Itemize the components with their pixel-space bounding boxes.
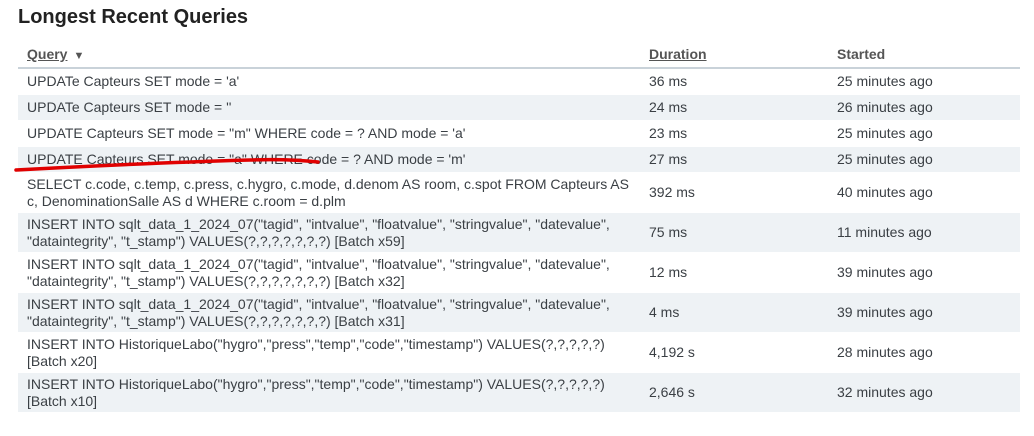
table-row: INSERT INTO sqlt_data_1_2024_07("tagid",… bbox=[18, 252, 1020, 293]
started-cell: 39 minutes ago bbox=[828, 252, 1020, 293]
column-header-duration-label: Duration bbox=[649, 46, 707, 62]
table-header-row: Query ▼ Duration Started bbox=[18, 40, 1020, 69]
column-header-started: Started bbox=[828, 40, 1020, 69]
table-row: INSERT INTO HistoriqueLabo("hygro","pres… bbox=[18, 332, 1020, 373]
column-header-query-label: Query bbox=[27, 46, 68, 62]
duration-cell: 27 ms bbox=[640, 146, 828, 173]
table-row: INSERT INTO HistoriqueLabo("hygro","pres… bbox=[18, 372, 1020, 413]
table-row: UPDATE Capteurs SET mode = "a" WHERE cod… bbox=[18, 146, 1020, 173]
query-cell: UPDATe Capteurs SET mode = '' bbox=[18, 94, 640, 121]
queries-table: Query ▼ Duration Started UPDATe Capteurs … bbox=[18, 40, 1020, 413]
sort-descending-icon: ▼ bbox=[73, 50, 85, 62]
started-cell: 40 minutes ago bbox=[828, 172, 1020, 213]
duration-cell: 392 ms bbox=[640, 172, 828, 213]
duration-cell: 4,192 s bbox=[640, 332, 828, 373]
duration-cell: 4 ms bbox=[640, 292, 828, 333]
duration-cell: 23 ms bbox=[640, 120, 828, 147]
started-cell: 26 minutes ago bbox=[828, 94, 1020, 121]
started-cell: 11 minutes ago bbox=[828, 212, 1020, 253]
column-header-duration[interactable]: Duration bbox=[640, 40, 828, 69]
duration-cell: 36 ms bbox=[640, 68, 828, 95]
query-cell: INSERT INTO sqlt_data_1_2024_07("tagid",… bbox=[18, 292, 640, 333]
duration-cell: 24 ms bbox=[640, 94, 828, 121]
table-row: UPDATe Capteurs SET mode = 'a' 36 ms 25 … bbox=[18, 68, 1020, 95]
started-cell: 28 minutes ago bbox=[828, 332, 1020, 373]
query-cell: UPDATe Capteurs SET mode = 'a' bbox=[18, 68, 640, 95]
table-row: UPDATE Capteurs SET mode = "m" WHERE cod… bbox=[18, 120, 1020, 147]
table-row: UPDATe Capteurs SET mode = '' 24 ms 26 m… bbox=[18, 94, 1020, 121]
query-cell: SELECT c.code, c.temp, c.press, c.hygro,… bbox=[18, 172, 640, 213]
query-cell: UPDATE Capteurs SET mode = "m" WHERE cod… bbox=[18, 120, 640, 147]
column-header-started-label: Started bbox=[837, 46, 886, 62]
page-title: Longest Recent Queries bbox=[18, 6, 249, 28]
started-cell: 25 minutes ago bbox=[828, 68, 1020, 95]
started-cell: 32 minutes ago bbox=[828, 372, 1020, 413]
query-cell: INSERT INTO HistoriqueLabo("hygro","pres… bbox=[18, 332, 640, 373]
duration-cell: 12 ms bbox=[640, 252, 828, 293]
query-cell: INSERT INTO HistoriqueLabo("hygro","pres… bbox=[18, 372, 640, 413]
started-cell: 25 minutes ago bbox=[828, 146, 1020, 173]
table-row: INSERT INTO sqlt_data_1_2024_07("tagid",… bbox=[18, 212, 1020, 253]
duration-cell: 2,646 s bbox=[640, 372, 828, 413]
query-cell: INSERT INTO sqlt_data_1_2024_07("tagid",… bbox=[18, 252, 640, 293]
table-row: INSERT INTO sqlt_data_1_2024_07("tagid",… bbox=[18, 292, 1020, 333]
column-header-query[interactable]: Query ▼ bbox=[18, 40, 640, 69]
query-cell: INSERT INTO sqlt_data_1_2024_07("tagid",… bbox=[18, 212, 640, 253]
duration-cell: 75 ms bbox=[640, 212, 828, 253]
query-cell: UPDATE Capteurs SET mode = "a" WHERE cod… bbox=[18, 146, 640, 173]
started-cell: 39 minutes ago bbox=[828, 292, 1020, 333]
table-row: SELECT c.code, c.temp, c.press, c.hygro,… bbox=[18, 172, 1020, 213]
started-cell: 25 minutes ago bbox=[828, 120, 1020, 147]
